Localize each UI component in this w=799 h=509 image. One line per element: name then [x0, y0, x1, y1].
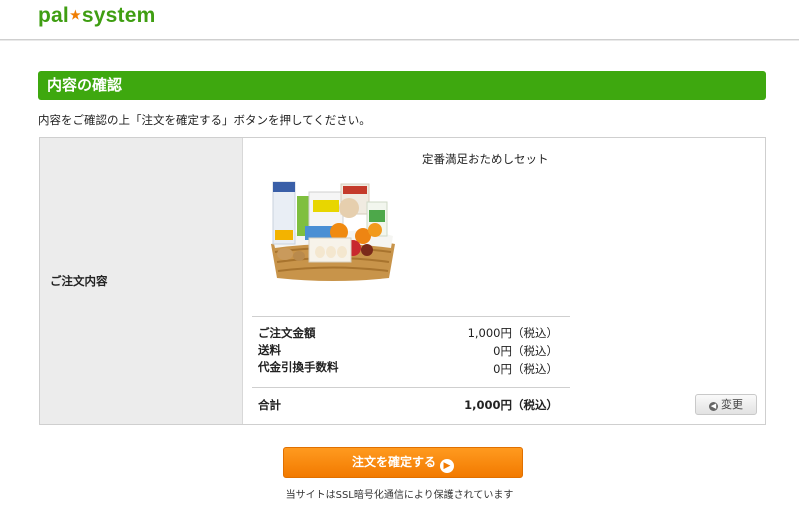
site-header: pal★system: [0, 0, 799, 40]
ssl-note: 当サイトはSSL暗号化通信により保護されています: [285, 490, 514, 501]
change-button[interactable]: ◀ 変更: [695, 394, 757, 415]
product-image: [271, 181, 395, 281]
product-name: 定番満足おためしセット: [422, 152, 549, 166]
confirm-order-button[interactable]: 注文を確定する ▶: [283, 447, 523, 478]
summary-divider: [252, 316, 570, 317]
cod-fee-value: 0円（税込）: [493, 362, 558, 376]
order-label: ご注文内容: [50, 274, 108, 288]
total-label: 合計: [258, 398, 281, 412]
summary-divider: [252, 387, 570, 388]
logo-star-icon: ★: [69, 8, 81, 22]
order-amount-label: ご注文金額: [258, 326, 316, 340]
palsystem-logo[interactable]: pal★system: [38, 4, 156, 28]
arrow-right-icon: ▶: [440, 459, 454, 473]
shipping-label: 送料: [258, 343, 281, 357]
cod-fee-label: 代金引換手数料: [258, 360, 339, 374]
order-table: ご注文内容 定番満足おためしセット ご注文金額 1,000円（税込） 送料 0円…: [39, 137, 766, 425]
order-label-cell: ご注文内容: [40, 138, 243, 424]
chevron-left-icon: ◀: [709, 402, 718, 411]
section-title: 内容の確認: [38, 71, 766, 100]
confirm-order-label: 注文を確定する: [351, 455, 436, 469]
change-button-label: 変更: [721, 398, 743, 411]
shipping-value: 0円（税込）: [493, 344, 558, 358]
total-value: 1,000円（税込）: [464, 398, 558, 412]
instruction-text: 内容をご確認の上「注文を確定する」ボタンを押してください。: [38, 113, 371, 127]
order-amount-value: 1,000円（税込）: [467, 326, 558, 340]
